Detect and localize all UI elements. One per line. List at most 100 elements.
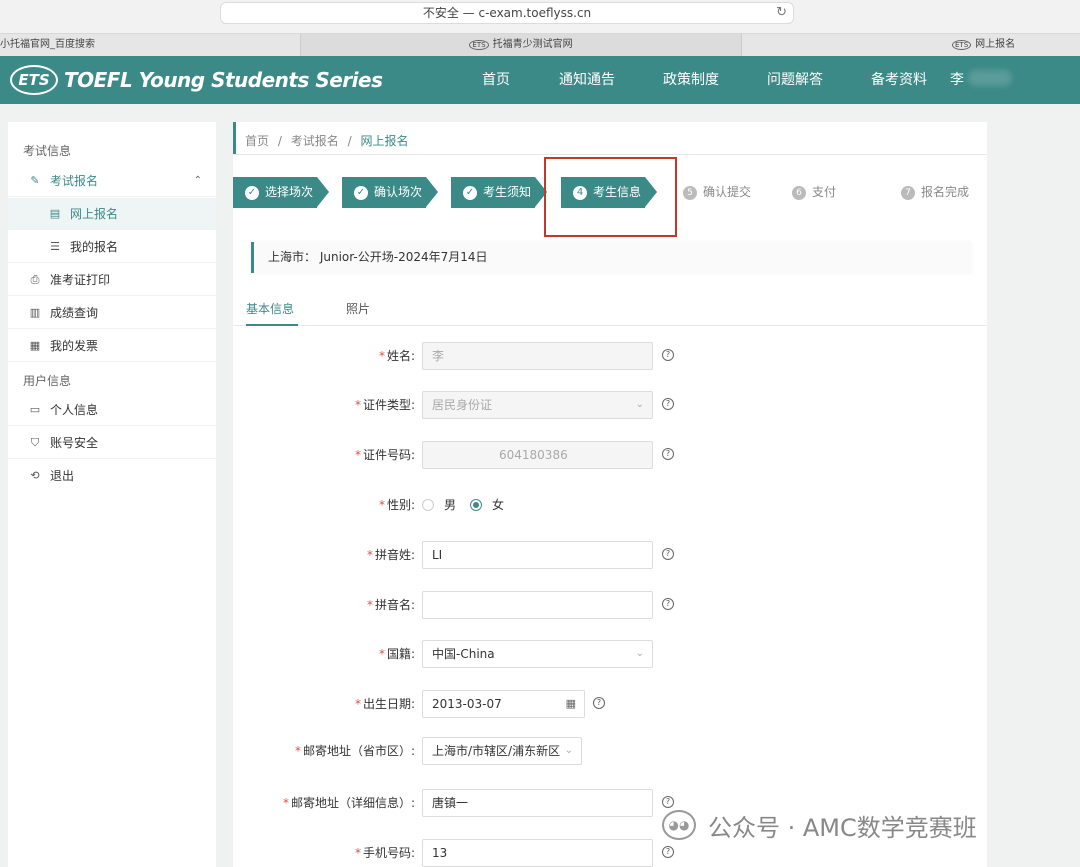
field-row-birth-date: * 出生日期: 2013-03-07 ▦ ? bbox=[233, 690, 987, 718]
sidebar-item-label: 我的发票 bbox=[50, 338, 99, 353]
label-text: 邮寄地址（省市区）: bbox=[302, 744, 415, 758]
check-icon: ✓ bbox=[245, 185, 259, 200]
field-row-pinyin-given: * 拼音名: ? bbox=[233, 591, 987, 619]
breadcrumb-home[interactable]: 首页 bbox=[245, 134, 269, 148]
required-mark: * bbox=[354, 846, 361, 860]
phone-input[interactable]: 13 bbox=[422, 839, 653, 867]
tab-photo[interactable]: 照片 bbox=[346, 294, 370, 326]
tab-basic-info[interactable]: 基本信息 bbox=[246, 294, 298, 326]
id-type-select[interactable]: 居民身份证 ⌄ bbox=[422, 391, 653, 419]
tab-label: 托福青少测试官网 bbox=[492, 39, 573, 50]
id-number-field[interactable]: 604180386 bbox=[422, 441, 653, 469]
field-row-id-number: * 证件号码: 604180386 ? bbox=[233, 441, 987, 469]
help-icon[interactable]: ? bbox=[662, 846, 674, 858]
field-label: * 拼音名: bbox=[367, 591, 415, 619]
chevron-up-icon: ⌃ bbox=[193, 174, 202, 186]
browser-tab-online-register[interactable]: ETS 网上报名 bbox=[952, 34, 1015, 56]
form-icon: ▤ bbox=[49, 206, 61, 220]
pinyin-given-input[interactable] bbox=[422, 591, 653, 619]
shield-icon: ⛉ bbox=[30, 435, 40, 449]
user-menu[interactable]: 李 bbox=[950, 56, 964, 104]
sidebar-item-label: 准考证打印 bbox=[50, 272, 111, 287]
breadcrumb: 首页 / 考试报名 / 网上报名 bbox=[245, 128, 408, 154]
nav-notices[interactable]: 通知通告 bbox=[559, 56, 615, 104]
ets-logo-mark: ETS bbox=[10, 65, 58, 95]
ets-favicon-icon: ETS bbox=[952, 40, 972, 50]
field-row-mail-region: * 邮寄地址（省市区）: 上海市/市辖区/浦东新区 ⌄ bbox=[233, 737, 987, 765]
sidebar-item-ticket-print[interactable]: ⎙ 准考证打印 bbox=[8, 264, 216, 296]
field-label: * 邮寄地址（省市区）: bbox=[295, 737, 415, 765]
sidebar-item-label: 成绩查询 bbox=[50, 305, 99, 320]
step-complete: 7 报名完成 bbox=[901, 177, 969, 208]
label-text: 邮寄地址（详细信息）: bbox=[290, 796, 415, 810]
select-value: 居民身份证 bbox=[432, 398, 493, 412]
sidebar-section-exam: 考试信息 bbox=[23, 144, 72, 158]
sidebar-item-personal-info[interactable]: ▭ 个人信息 bbox=[8, 394, 216, 426]
sidebar-item-account-security[interactable]: ⛉ 账号安全 bbox=[8, 427, 216, 459]
watermark-text: 公众号 · AMC数学竞赛班 bbox=[708, 813, 977, 842]
gender-female-label: 女 bbox=[492, 498, 505, 512]
step-number-icon: 5 bbox=[683, 185, 697, 200]
help-icon[interactable]: ? bbox=[593, 697, 605, 709]
sidebar-item-label: 网上报名 bbox=[70, 206, 119, 221]
ets-logo[interactable]: ETS TOEFL Young Students Series bbox=[10, 64, 383, 96]
nav-policies[interactable]: 政策制度 bbox=[663, 56, 719, 104]
field-label: * 证件号码: bbox=[355, 441, 415, 469]
step-label: 确认提交 bbox=[703, 185, 752, 199]
help-icon[interactable]: ? bbox=[662, 548, 674, 560]
address-bar[interactable]: 不安全 — c-exam.toeflyss.cn ↻ bbox=[220, 2, 794, 24]
reload-icon[interactable]: ↻ bbox=[776, 3, 787, 23]
required-mark: * bbox=[354, 398, 361, 412]
sidebar-item-label: 退出 bbox=[50, 469, 75, 483]
logout-icon: ⟲ bbox=[30, 469, 40, 482]
sidebar-item-my-invoice[interactable]: ▦ 我的发票 bbox=[8, 330, 216, 362]
field-label: * 证件类型: bbox=[355, 391, 415, 419]
field-row-nationality: * 国籍: 中国-China ⌄ bbox=[233, 640, 987, 668]
birth-date-picker[interactable]: 2013-03-07 ▦ bbox=[422, 690, 585, 718]
required-mark: * bbox=[282, 796, 289, 810]
ets-favicon-icon: ETS bbox=[469, 40, 489, 50]
nav-prep-materials[interactable]: 备考资料 bbox=[871, 56, 927, 104]
browser-tab-toefl-site[interactable]: ETS 托福青少测试官网 bbox=[300, 34, 742, 56]
nav-faq[interactable]: 问题解答 bbox=[767, 56, 823, 104]
gender-male-radio[interactable] bbox=[422, 499, 434, 511]
label-text: 国籍: bbox=[386, 647, 415, 661]
mail-detail-input[interactable]: 唐镇一 bbox=[422, 789, 653, 817]
sidebar-item-my-register[interactable]: ☰ 我的报名 bbox=[8, 231, 216, 263]
form-tabs: 基本信息 照片 bbox=[233, 294, 987, 326]
field-row-name: * 姓名: 李 ? bbox=[233, 342, 987, 370]
highlight-box bbox=[544, 157, 677, 237]
calendar-icon[interactable]: ▦ bbox=[566, 691, 576, 717]
label-text: 拼音姓: bbox=[374, 548, 415, 562]
breadcrumb-exam[interactable]: 考试报名 bbox=[291, 134, 339, 148]
nationality-select[interactable]: 中国-China ⌄ bbox=[422, 640, 653, 668]
sidebar-item-score-query[interactable]: ▥ 成绩查询 bbox=[8, 297, 216, 329]
sidebar-item-label: 账号安全 bbox=[50, 435, 99, 450]
pinyin-surname-input[interactable]: LI bbox=[422, 541, 653, 569]
nav-home[interactable]: 首页 bbox=[482, 56, 510, 104]
help-icon[interactable]: ? bbox=[662, 448, 674, 460]
mail-region-cascader[interactable]: 上海市/市辖区/浦东新区 ⌄ bbox=[422, 737, 582, 765]
field-label: * 姓名: bbox=[379, 342, 415, 370]
sidebar-item-label: 个人信息 bbox=[50, 402, 99, 417]
gender-female-radio[interactable] bbox=[470, 499, 482, 511]
watermark: ◕◕ 公众号 · AMC数学竞赛班 bbox=[662, 806, 977, 844]
sidebar-item-logout[interactable]: ⟲ 退出 bbox=[8, 460, 216, 492]
field-row-pinyin-surname: * 拼音姓: LI ? bbox=[233, 541, 987, 569]
chevron-down-icon: ⌄ bbox=[635, 399, 644, 410]
help-icon[interactable]: ? bbox=[662, 598, 674, 610]
printer-icon: ⎙ bbox=[30, 272, 40, 286]
tab-label: 网上报名 bbox=[975, 39, 1016, 50]
select-value: 中国-China bbox=[432, 647, 495, 661]
required-mark: * bbox=[366, 598, 373, 612]
required-mark: * bbox=[378, 349, 385, 363]
sidebar-item-online-register[interactable]: ▤ 网上报名 bbox=[8, 198, 216, 230]
name-field[interactable]: 李 bbox=[422, 342, 653, 370]
sidebar-item-exam-register[interactable]: ✎ 考试报名 ⌃ bbox=[8, 165, 216, 197]
breadcrumb-separator: / bbox=[277, 134, 282, 148]
select-value: 上海市/市辖区/浦东新区 bbox=[432, 744, 561, 758]
required-mark: * bbox=[378, 498, 385, 512]
help-icon[interactable]: ? bbox=[662, 349, 674, 361]
browser-tab-baidu[interactable]: 小托福官网_百度搜索 bbox=[0, 34, 95, 56]
help-icon[interactable]: ? bbox=[662, 398, 674, 410]
